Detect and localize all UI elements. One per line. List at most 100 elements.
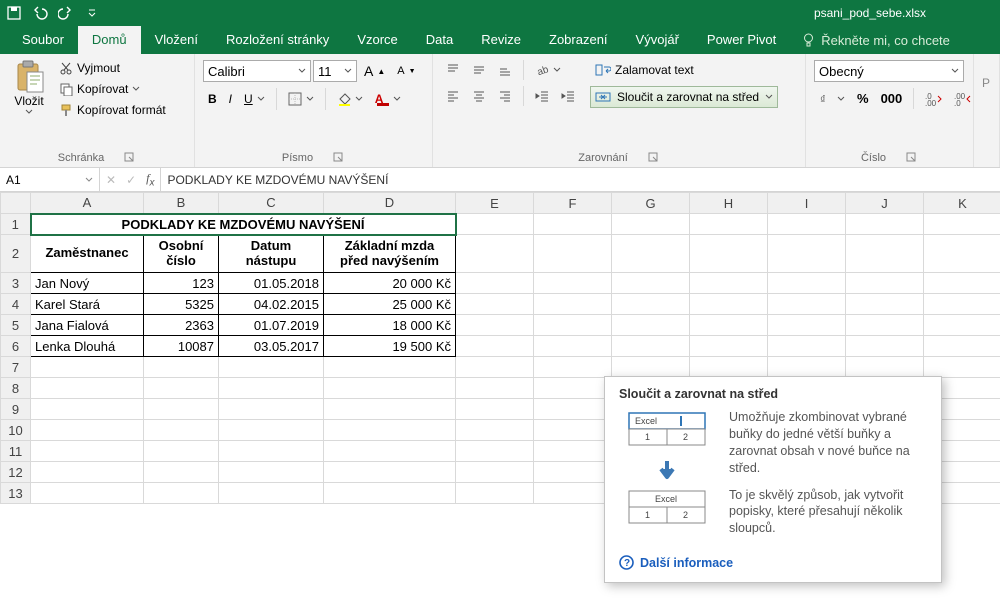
percent-button[interactable]: %	[852, 88, 874, 109]
cell[interactable]	[456, 462, 534, 483]
row-header[interactable]: 3	[1, 273, 31, 294]
tab-soubor[interactable]: Soubor	[8, 26, 78, 54]
cell[interactable]	[924, 294, 1000, 315]
cell[interactable]	[144, 420, 219, 441]
cell[interactable]	[144, 357, 219, 378]
wrap-text-button[interactable]: Zalamovat text	[590, 60, 778, 80]
cell[interactable]	[324, 420, 456, 441]
cell[interactable]	[846, 294, 924, 315]
cell[interactable]	[31, 441, 144, 462]
row-header[interactable]: 6	[1, 336, 31, 357]
cell[interactable]	[456, 294, 534, 315]
cell[interactable]	[534, 462, 612, 483]
cell[interactable]	[690, 315, 768, 336]
tab-domů[interactable]: Domů	[78, 26, 141, 54]
col-header[interactable]: D	[324, 193, 456, 214]
cell[interactable]	[768, 273, 846, 294]
row-header[interactable]: 9	[1, 399, 31, 420]
borders-button[interactable]	[283, 89, 319, 109]
cell[interactable]: Lenka Dlouhá	[31, 336, 144, 357]
col-header[interactable]: I	[768, 193, 846, 214]
format-painter-button[interactable]: Kopírovat formát	[54, 100, 171, 120]
cell[interactable]	[846, 315, 924, 336]
cell[interactable]	[534, 273, 612, 294]
cut-button[interactable]: Vyjmout	[54, 58, 171, 78]
cell[interactable]	[456, 441, 534, 462]
cell[interactable]	[768, 336, 846, 357]
cell[interactable]	[144, 399, 219, 420]
cell[interactable]	[924, 357, 1000, 378]
cell[interactable]	[690, 235, 768, 273]
row-header[interactable]: 11	[1, 441, 31, 462]
row-header[interactable]: 10	[1, 420, 31, 441]
cell[interactable]	[456, 235, 534, 273]
cell[interactable]	[456, 214, 534, 235]
tab-vložení[interactable]: Vložení	[141, 26, 212, 54]
cell[interactable]	[31, 378, 144, 399]
cell[interactable]	[456, 483, 534, 504]
cell[interactable]	[456, 420, 534, 441]
dialog-launcher-icon[interactable]	[124, 152, 136, 164]
align-bottom-button[interactable]	[493, 60, 517, 80]
cell[interactable]: 01.07.2019	[219, 315, 324, 336]
decrease-indent-button[interactable]	[530, 86, 554, 106]
cell[interactable]	[924, 273, 1000, 294]
col-header[interactable]: C	[219, 193, 324, 214]
increase-decimal-button[interactable]: .0.00	[920, 89, 947, 109]
cell[interactable]	[144, 462, 219, 483]
redo-icon[interactable]	[58, 5, 74, 21]
dialog-launcher-icon[interactable]	[906, 152, 918, 164]
cell[interactable]	[144, 441, 219, 462]
cell[interactable]	[846, 273, 924, 294]
cancel-icon[interactable]: ✕	[106, 173, 116, 187]
cell[interactable]	[219, 462, 324, 483]
cell[interactable]	[219, 483, 324, 504]
row-header[interactable]: 5	[1, 315, 31, 336]
cell[interactable]	[219, 420, 324, 441]
cell[interactable]: 19 500 Kč	[324, 336, 456, 357]
cell[interactable]	[219, 378, 324, 399]
col-header[interactable]: F	[534, 193, 612, 214]
cell[interactable]: 04.02.2015	[219, 294, 324, 315]
fill-color-button[interactable]	[332, 89, 368, 109]
cell[interactable]	[924, 336, 1000, 357]
align-right-button[interactable]	[493, 86, 517, 106]
cell[interactable]	[324, 378, 456, 399]
cell[interactable]	[690, 273, 768, 294]
cell[interactable]	[690, 214, 768, 235]
cell[interactable]	[768, 214, 846, 235]
cell[interactable]: 18 000 Kč	[324, 315, 456, 336]
cell[interactable]: Základní mzdapřed navýšením	[324, 235, 456, 273]
font-color-button[interactable]: A	[370, 88, 407, 110]
cell[interactable]	[690, 336, 768, 357]
cell[interactable]	[219, 441, 324, 462]
cell[interactable]	[846, 357, 924, 378]
select-all-corner[interactable]	[1, 193, 31, 214]
cell[interactable]	[219, 399, 324, 420]
cell[interactable]	[456, 273, 534, 294]
cell[interactable]	[456, 315, 534, 336]
cell[interactable]: Jan Nový	[31, 273, 144, 294]
cell[interactable]	[31, 420, 144, 441]
cell[interactable]	[534, 483, 612, 504]
cell[interactable]	[534, 357, 612, 378]
underline-button[interactable]: U	[239, 89, 270, 109]
col-header[interactable]: G	[612, 193, 690, 214]
cell[interactable]: 20 000 Kč	[324, 273, 456, 294]
cell[interactable]: 2363	[144, 315, 219, 336]
cell[interactable]	[612, 357, 690, 378]
cell[interactable]	[924, 315, 1000, 336]
tell-me[interactable]: Řekněte mi, co chcete	[802, 32, 950, 54]
cell[interactable]	[612, 294, 690, 315]
cell[interactable]	[324, 462, 456, 483]
align-top-button[interactable]	[441, 60, 465, 80]
cell[interactable]	[768, 357, 846, 378]
cell[interactable]	[31, 483, 144, 504]
tab-vzorce[interactable]: Vzorce	[343, 26, 411, 54]
tab-rozložení stránky[interactable]: Rozložení stránky	[212, 26, 343, 54]
cell[interactable]: Karel Stará	[31, 294, 144, 315]
fx-icon[interactable]: fx	[146, 171, 154, 188]
tooltip-more-link[interactable]: ? Další informace	[619, 555, 927, 570]
row-header[interactable]: 4	[1, 294, 31, 315]
merge-center-button[interactable]: Sloučit a zarovnat na střed	[590, 86, 778, 108]
